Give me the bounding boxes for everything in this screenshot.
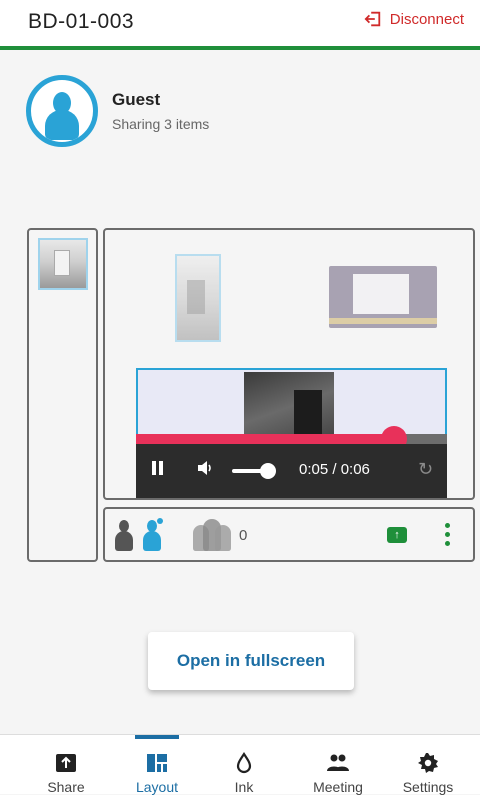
layout-side-panel[interactable] [27, 228, 98, 562]
video-player[interactable]: 0:05 / 0:06 ↻ [136, 368, 447, 498]
video-progress-fill [136, 434, 395, 444]
participants-panel: 0 ↑ [103, 507, 475, 562]
tab-meeting[interactable]: Meeting [290, 735, 386, 795]
shared-item-thumbnail[interactable] [38, 238, 88, 290]
avatar [26, 75, 98, 147]
pause-button[interactable] [152, 461, 164, 475]
share-upload-icon [56, 754, 76, 772]
share-upload-icon[interactable]: ↑ [387, 527, 407, 543]
tab-ink[interactable]: Ink [196, 735, 292, 795]
disconnect-label: Disconnect [389, 10, 464, 28]
bottom-tab-bar: Share Layout Ink Meeting Settings [0, 734, 480, 795]
volume-icon[interactable] [196, 459, 214, 481]
layout-icon [147, 754, 167, 772]
tab-settings[interactable]: Settings [380, 735, 476, 795]
guest-person-icon [143, 518, 163, 552]
user-name: Guest [112, 90, 161, 109]
shared-item-thumbnail[interactable] [329, 266, 437, 328]
presenter-person-icon [115, 518, 133, 552]
video-time: 0:05 / 0:06 [299, 461, 370, 478]
participant-count: 0 [239, 526, 248, 544]
volume-handle[interactable] [260, 463, 276, 479]
more-options-icon[interactable] [445, 523, 451, 549]
sharing-status: Sharing 3 items [112, 116, 210, 132]
replay-icon[interactable]: ↻ [418, 459, 433, 480]
tab-share[interactable]: Share [18, 735, 114, 795]
ink-drop-icon [236, 752, 252, 774]
people-icon [327, 754, 349, 771]
group-icon [193, 517, 231, 553]
video-progress-bar[interactable] [136, 426, 447, 452]
tab-layout[interactable]: Layout [109, 735, 205, 795]
device-id: BD-01-003 [28, 10, 135, 33]
logout-icon [364, 11, 380, 27]
gear-icon [418, 753, 438, 773]
open-fullscreen-button[interactable]: Open in fullscreen [148, 632, 354, 690]
layout-main-panel[interactable]: 0:05 / 0:06 ↻ [103, 228, 475, 500]
user-header: Guest Sharing 3 items [26, 75, 209, 147]
video-controls: 0:05 / 0:06 ↻ [136, 444, 447, 498]
shared-item-thumbnail[interactable] [175, 254, 221, 342]
disconnect-button[interactable]: Disconnect [364, 10, 464, 28]
top-bar: BD-01-003 Disconnect [0, 0, 480, 50]
